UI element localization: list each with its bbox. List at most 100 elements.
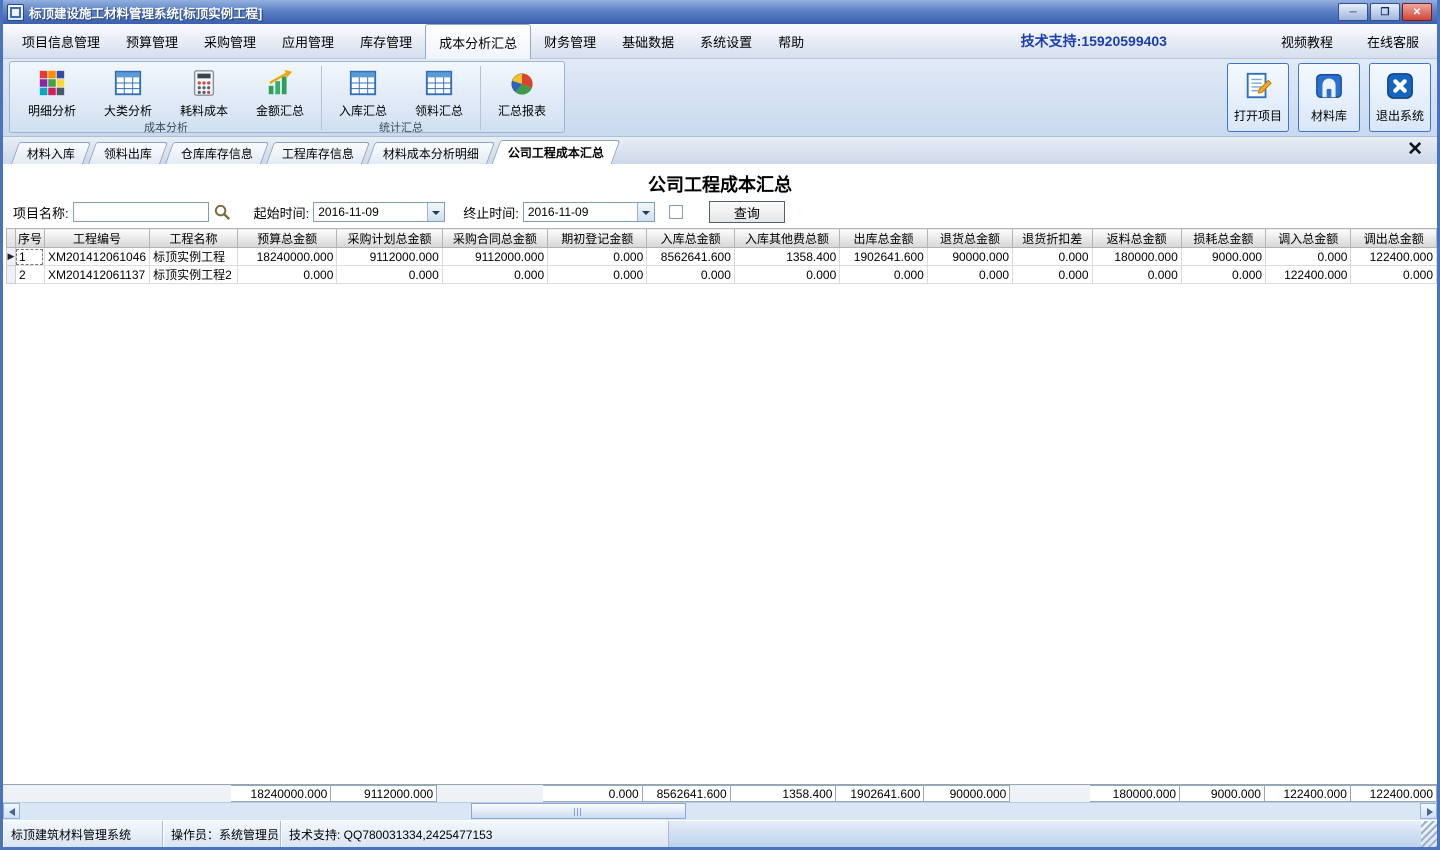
grid-cell[interactable]: 0.000 bbox=[734, 266, 839, 284]
grid-cell[interactable]: 8562641.600 bbox=[647, 248, 735, 266]
grid-row-1[interactable]: ▶1XM201412061046标顶实例工程18240000.000911200… bbox=[7, 248, 1437, 266]
grid-cell[interactable]: 标顶实例工程 bbox=[150, 248, 238, 266]
column-header-11[interactable]: 退货总金额 bbox=[927, 229, 1012, 248]
ribbon-material-library-button[interactable]: 材料库 bbox=[1298, 63, 1360, 132]
close-view-icon[interactable]: ✕ bbox=[1407, 138, 1423, 162]
query-button[interactable]: 查询 bbox=[709, 201, 785, 223]
menu-item-4[interactable]: 应用管理 bbox=[269, 24, 347, 58]
grid-cell[interactable]: 0.000 bbox=[1181, 266, 1265, 284]
ribbon-button-label: 材料库 bbox=[1311, 107, 1347, 124]
grid-cell[interactable]: 122400.000 bbox=[1266, 266, 1351, 284]
column-header-3[interactable]: 工程名称 bbox=[150, 229, 238, 248]
column-header-5[interactable]: 采购计划总金额 bbox=[337, 229, 442, 248]
menu-item-10[interactable]: 帮助 bbox=[765, 24, 817, 58]
grid-cell[interactable]: XM201412061046 bbox=[44, 248, 149, 266]
column-header-15[interactable]: 调入总金额 bbox=[1266, 229, 1351, 248]
maximize-button[interactable]: ❐ bbox=[1370, 3, 1400, 21]
search-icon[interactable] bbox=[213, 203, 232, 222]
online-service-link[interactable]: 在线客服 bbox=[1367, 32, 1419, 51]
grid-cell[interactable]: 9112000.000 bbox=[442, 248, 547, 266]
ribbon-group-caption: 成本分析 bbox=[14, 119, 318, 134]
grid-cell[interactable]: 2 bbox=[15, 266, 44, 284]
grid-cell[interactable]: 0.000 bbox=[647, 266, 735, 284]
grid-cell[interactable]: 0.000 bbox=[1013, 266, 1092, 284]
ribbon-category-analysis-button[interactable]: 大类分析 bbox=[90, 64, 166, 119]
menu-item-1[interactable]: 项目信息管理 bbox=[9, 24, 113, 58]
column-header-16[interactable]: 调出总金额 bbox=[1351, 229, 1437, 248]
menu-item-8[interactable]: 基础数据 bbox=[609, 24, 687, 58]
column-header-12[interactable]: 退货折扣差 bbox=[1013, 229, 1092, 248]
ribbon-button-label: 耗料成本 bbox=[180, 102, 228, 119]
column-header-8[interactable]: 入库总金额 bbox=[647, 229, 735, 248]
column-header-13[interactable]: 返料总金额 bbox=[1092, 229, 1181, 248]
grid-cell[interactable]: 0.000 bbox=[1092, 266, 1181, 284]
column-header-10[interactable]: 出库总金额 bbox=[840, 229, 928, 248]
grid-row-2[interactable]: 2XM201412061137标顶实例工程20.0000.0000.0000.0… bbox=[7, 266, 1437, 284]
end-date-select[interactable]: 2016-11-09 bbox=[523, 202, 655, 222]
column-header-4[interactable]: 预算总金额 bbox=[237, 229, 336, 248]
chevron-down-icon[interactable] bbox=[427, 203, 444, 221]
menu-item-2[interactable]: 预算管理 bbox=[113, 24, 191, 58]
column-header-7[interactable]: 期初登记金额 bbox=[548, 229, 647, 248]
grid-cell[interactable]: 0.000 bbox=[927, 266, 1012, 284]
column-header-9[interactable]: 入库其他费总额 bbox=[734, 229, 839, 248]
grid-cell[interactable]: 122400.000 bbox=[1351, 248, 1437, 266]
grid-cell[interactable]: 0.000 bbox=[1013, 248, 1092, 266]
grid-cell[interactable]: 标顶实例工程2 bbox=[150, 266, 238, 284]
scroll-right-icon[interactable] bbox=[1420, 803, 1437, 819]
ribbon-picking-summary-button[interactable]: 领料汇总 bbox=[401, 64, 477, 119]
grid-cell[interactable]: 1 bbox=[15, 248, 44, 266]
grid-cell[interactable]: XM201412061137 bbox=[44, 266, 149, 284]
tab-3[interactable]: 仓库库存信息 bbox=[165, 142, 269, 164]
tab-1[interactable]: 材料入库 bbox=[11, 142, 91, 164]
grid-cell[interactable]: 0.000 bbox=[548, 266, 647, 284]
ribbon-exit-system-button[interactable]: 退出系统 bbox=[1369, 63, 1431, 132]
tab-4[interactable]: 工程库存信息 bbox=[266, 142, 370, 164]
tab-6[interactable]: 公司工程成本汇总 bbox=[492, 140, 621, 164]
scroll-left-icon[interactable] bbox=[3, 803, 20, 819]
close-button[interactable]: ✕ bbox=[1402, 3, 1432, 21]
grid-cell[interactable]: 0.000 bbox=[1351, 266, 1437, 284]
ribbon-amount-summary-button[interactable]: 金额汇总 bbox=[242, 64, 318, 119]
material-library-icon bbox=[1313, 70, 1345, 102]
column-header-1[interactable]: 序号 bbox=[15, 229, 44, 248]
menu-item-5[interactable]: 库存管理 bbox=[347, 24, 425, 58]
column-header-2[interactable]: 工程编号 bbox=[44, 229, 149, 248]
grid-cell[interactable]: 0.000 bbox=[237, 266, 336, 284]
grid-cell[interactable]: 9000.000 bbox=[1181, 248, 1265, 266]
ribbon-inbound-summary-button[interactable]: 入库汇总 bbox=[325, 64, 401, 119]
grid-cell[interactable]: 0.000 bbox=[548, 248, 647, 266]
tab-5[interactable]: 材料成本分析明细 bbox=[367, 142, 495, 164]
grid-cell[interactable]: 9112000.000 bbox=[337, 248, 442, 266]
minimize-button[interactable]: ─ bbox=[1338, 3, 1368, 21]
ribbon-detail-analysis-button[interactable]: 明细分析 bbox=[14, 64, 90, 119]
menu-item-6[interactable]: 成本分析汇总 bbox=[425, 24, 531, 59]
menu-item-7[interactable]: 财务管理 bbox=[531, 24, 609, 58]
grid-cell[interactable]: 0.000 bbox=[840, 266, 928, 284]
ribbon-report-pie-button[interactable]: 汇总报表 bbox=[484, 64, 560, 119]
horizontal-scrollbar[interactable] bbox=[3, 802, 1437, 820]
grid-cell[interactable]: 1902641.600 bbox=[840, 248, 928, 266]
resize-grip[interactable] bbox=[1421, 821, 1437, 847]
scrollbar-thumb[interactable] bbox=[471, 803, 686, 819]
grid-cell[interactable]: 90000.000 bbox=[927, 248, 1012, 266]
ribbon-group-caption: 统计汇总 bbox=[325, 119, 477, 134]
grid-cell[interactable]: 1358.400 bbox=[734, 248, 839, 266]
grid-cell[interactable]: 180000.000 bbox=[1092, 248, 1181, 266]
filter-checkbox[interactable] bbox=[669, 205, 683, 219]
chevron-down-icon[interactable] bbox=[637, 203, 654, 221]
column-header-6[interactable]: 采购合同总金额 bbox=[442, 229, 547, 248]
start-date-select[interactable]: 2016-11-09 bbox=[313, 202, 445, 222]
menu-item-9[interactable]: 系统设置 bbox=[687, 24, 765, 58]
ribbon-material-cost-button[interactable]: 耗料成本 bbox=[166, 64, 242, 119]
column-header-14[interactable]: 损耗总金额 bbox=[1181, 229, 1265, 248]
project-name-input[interactable] bbox=[73, 202, 209, 222]
grid-cell[interactable]: 0.000 bbox=[337, 266, 442, 284]
grid-cell[interactable]: 18240000.000 bbox=[237, 248, 336, 266]
video-tutorial-link[interactable]: 视频教程 bbox=[1281, 32, 1333, 51]
grid-cell[interactable]: 0.000 bbox=[442, 266, 547, 284]
grid-cell[interactable]: 0.000 bbox=[1266, 248, 1351, 266]
ribbon-open-project-button[interactable]: 打开项目 bbox=[1227, 63, 1289, 132]
menu-item-3[interactable]: 采购管理 bbox=[191, 24, 269, 58]
tab-2[interactable]: 领料出库 bbox=[88, 142, 168, 164]
